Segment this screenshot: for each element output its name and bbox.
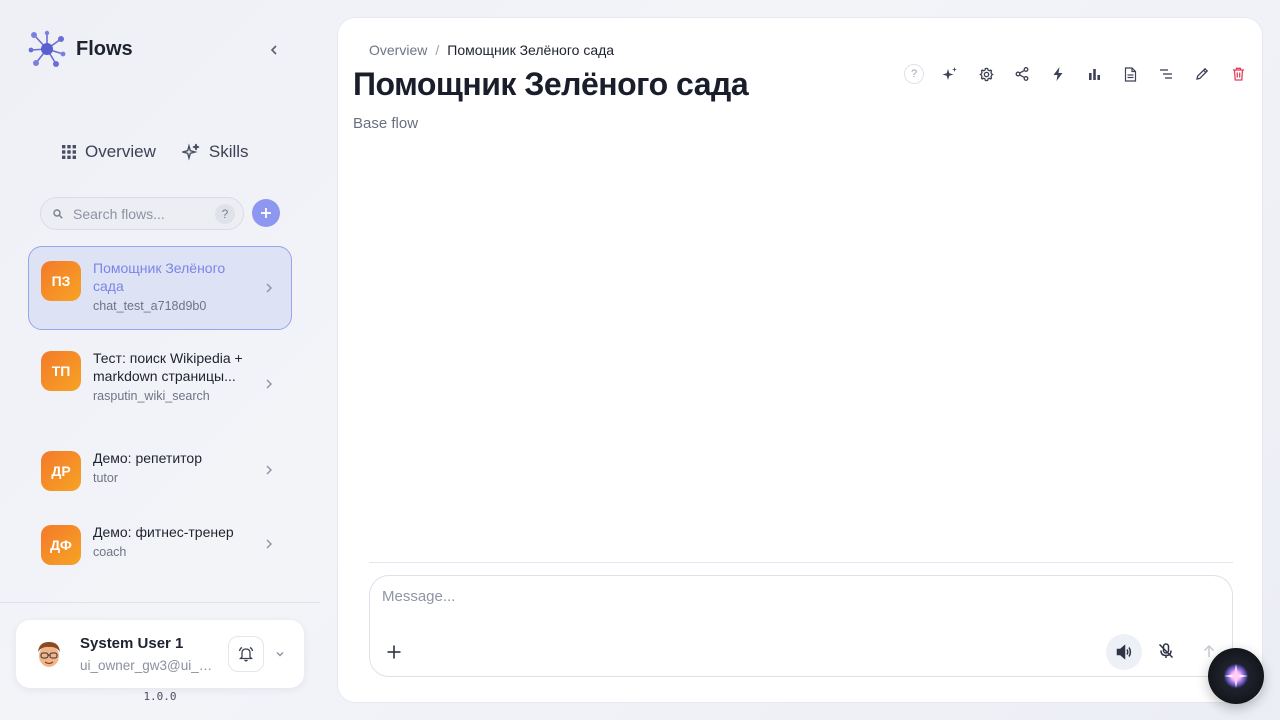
sparkles-icon [942,67,957,80]
flow-title: Помощник Зелёного сада [93,260,226,294]
flows-logo-icon [28,30,66,67]
flow-text: Демо: репетитор tutor [93,449,253,485]
bell-icon [238,646,254,662]
plus-icon [387,645,401,659]
chevron-right-icon [266,379,272,389]
chevron-left-icon [270,45,277,55]
sidebar-divider [0,602,320,603]
composer-divider [369,562,1233,563]
message-composer [369,575,1233,677]
flow-title: Тест: поиск Wikipedia + markdown страниц… [93,350,243,384]
add-flow-button[interactable] [252,199,280,227]
user-card[interactable]: System User 1 ui_owner_gw3@ui_e... [16,620,304,688]
nav-overview-label: Overview [85,142,156,161]
plus-icon [261,208,271,218]
triggers-button[interactable] [1048,64,1068,84]
flow-text: Помощник Зелёного сада chat_test_a718d9b… [93,259,253,313]
breadcrumb-overview[interactable]: Overview [369,42,427,58]
share-icon [1015,67,1029,81]
flow-item[interactable]: ДФ Демо: фитнес-тренер coach [28,510,292,578]
gear-icon [978,67,994,81]
nav-skills-label: Skills [208,142,249,161]
page-subtitle: Base flow [353,115,419,132]
flow-item[interactable]: ТП Тест: поиск Wikipedia + markdown стра… [28,336,292,432]
flow-toolbar: ? [904,64,1248,84]
flow-text: Демо: фитнес-тренер coach [93,523,253,559]
notifications-button[interactable] [228,636,264,672]
assistant-orb-button[interactable] [1208,648,1264,704]
bar-chart-icon [1088,68,1100,80]
collapse-sidebar-button[interactable] [264,40,284,60]
breadcrumb-separator: / [435,42,440,58]
documents-button[interactable] [1120,64,1140,84]
breadcrumb-current: Помощник Зелёного сада [447,42,615,58]
sidebar-nav: Overview Skills [62,142,249,162]
chevron-down-icon[interactable] [274,648,286,660]
sparkle-orb-icon [1222,662,1250,690]
attach-button[interactable] [384,642,404,662]
app-version: 1.0.0 [143,690,177,703]
help-icon: ? [910,68,918,80]
nav-overview[interactable]: Overview [62,142,156,162]
message-input[interactable] [382,588,1202,605]
flow-slug: coach [93,545,127,559]
flow-slug: rasputin_wiki_search [93,389,210,403]
search-input[interactable] [73,205,213,222]
flow-list: ПЗ Помощник Зелёного сада chat_test_a718… [28,246,292,578]
document-icon [1124,66,1136,82]
flow-title: Демо: репетитор [93,450,202,466]
help-button[interactable]: ? [904,64,924,84]
speaker-icon [1116,644,1132,660]
search-icon [53,208,65,220]
user-avatar [38,642,60,667]
trash-icon [1232,67,1244,81]
breadcrumb: Overview / Помощник Зелёного сада [369,42,614,58]
microphone-button[interactable] [1155,640,1177,662]
chevron-right-icon [266,539,272,549]
flow-text: Тест: поиск Wikipedia + markdown страниц… [93,349,253,403]
chevron-right-icon [266,283,272,293]
list-icon [1160,69,1172,79]
nav-skills[interactable]: Skills [181,142,249,162]
voice-output-button[interactable] [1106,634,1142,670]
flow-item[interactable]: ПЗ Помощник Зелёного сада chat_test_a718… [28,246,292,330]
arrow-up-icon [1203,644,1215,657]
page-title: Помощник Зелёного сада [353,66,749,102]
lightning-icon [1053,67,1063,81]
logs-button[interactable] [1156,64,1176,84]
grid-icon [62,145,76,159]
flow-avatar: ДР [41,451,81,491]
sidebar: Flows Overview Skills ? [0,0,320,720]
user-info: System User 1 ui_owner_gw3@ui_e... [80,635,216,673]
sparkles-icon [181,143,200,161]
flow-avatar: ПЗ [41,261,81,301]
ai-assist-button[interactable] [940,64,960,84]
chevron-right-icon [266,465,272,475]
flow-slug: chat_test_a718d9b0 [93,299,207,313]
brand[interactable]: Flows [28,30,133,68]
delete-button[interactable] [1228,64,1248,84]
flow-item[interactable]: ДР Демо: репетитор tutor [28,436,292,504]
main-panel: Overview / Помощник Зелёного сада Помощн… [337,17,1263,703]
analytics-button[interactable] [1084,64,1104,84]
settings-button[interactable] [976,64,996,84]
search-box: ? [40,197,244,230]
edit-button[interactable] [1192,64,1212,84]
flow-avatar: ТП [41,351,81,391]
microphone-off-icon [1158,643,1174,659]
pencil-icon [1196,67,1209,80]
brand-name: Flows [76,37,133,60]
flow-title: Демо: фитнес-тренер [93,524,234,540]
share-button[interactable] [1012,64,1032,84]
user-name: System User 1 [80,635,184,652]
flow-slug: tutor [93,471,119,485]
search-help-badge[interactable]: ? [215,203,235,224]
flow-avatar: ДФ [41,525,81,565]
user-email: ui_owner_gw3@ui_e... [80,658,216,673]
